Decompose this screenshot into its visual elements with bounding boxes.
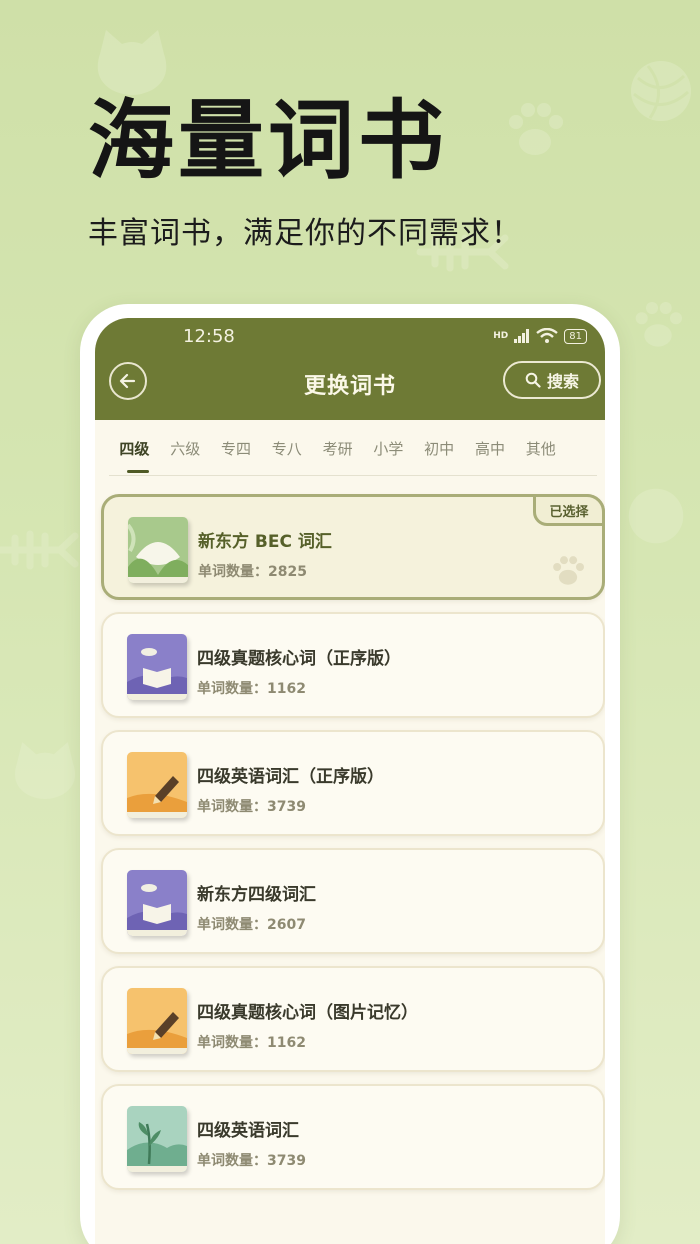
- book-word-count: 单词数量：1162: [197, 681, 306, 697]
- cat-face-decor-icon: [14, 742, 75, 799]
- book-word-count: 单词数量：2607: [197, 917, 306, 933]
- fish-bone-decor-icon: [0, 530, 79, 570]
- battery-level: 81: [569, 330, 582, 342]
- hero-title: 海量词书: [88, 91, 448, 191]
- category-tabs: 四级 六级 专四 专八 考研 小学 初中 高中 其他: [109, 432, 597, 476]
- paw-decor-icon: [509, 103, 563, 155]
- book-name: 新东方四级词汇: [197, 885, 316, 905]
- tab-senior-high[interactable]: 高中: [465, 432, 516, 475]
- app-bar: 12:58 HD 81 更换词书 搜索: [95, 318, 605, 420]
- book-cover-green: [128, 517, 188, 583]
- tab-cet4[interactable]: 四级: [109, 432, 160, 475]
- status-time: 12:58: [183, 326, 235, 347]
- book-word-count: 单词数量：3739: [197, 1153, 306, 1169]
- yarn-ball-decor-icon: [628, 488, 684, 544]
- paw-icon: [553, 556, 584, 585]
- search-icon: [525, 372, 541, 388]
- battery-icon: 81: [564, 328, 587, 344]
- signal-icon: [514, 329, 530, 343]
- tab-cet6[interactable]: 六级: [160, 432, 211, 475]
- book-card[interactable]: 四级真题核心词（图片记忆） 单词数量：1162: [101, 966, 605, 1072]
- book-cover-plant: [127, 1106, 187, 1172]
- status-icons: HD 81: [493, 328, 587, 344]
- book-cover-orange: [127, 988, 187, 1054]
- tab-other[interactable]: 其他: [515, 432, 566, 475]
- book-cover-purple: [127, 870, 187, 936]
- app-screen: 12:58 HD 81 更换词书 搜索 四级 六级 专四 专八 考研 小学 初中…: [95, 318, 605, 1244]
- selected-badge: 已选择: [533, 494, 605, 526]
- book-cover-orange: [127, 752, 187, 818]
- tab-postgrad[interactable]: 考研: [312, 432, 363, 475]
- book-card[interactable]: 四级真题核心词（正序版） 单词数量：1162: [101, 612, 605, 718]
- yarn-ball-decor-icon: [631, 61, 691, 121]
- paw-decor-icon: [635, 302, 682, 347]
- status-bar: 12:58 HD 81: [95, 322, 605, 350]
- book-card[interactable]: 新东方 BEC 词汇 单词数量：2825 已选择: [101, 494, 605, 600]
- book-name: 四级真题核心词（图片记忆）: [197, 1003, 418, 1023]
- wifi-icon: [536, 328, 559, 343]
- search-label: 搜索: [546, 372, 579, 391]
- tab-primary[interactable]: 小学: [363, 432, 414, 475]
- book-list: 新东方 BEC 词汇 单词数量：2825 已选择 四级真题核心词（正序版） 单词…: [101, 494, 605, 1202]
- book-name: 新东方 BEC 词汇: [198, 532, 332, 552]
- book-card[interactable]: 新东方四级词汇 单词数量：2607: [101, 848, 605, 954]
- book-card[interactable]: 四级英语词汇（正序版） 单词数量：3739: [101, 730, 605, 836]
- book-name: 四级英语词汇: [197, 1121, 299, 1141]
- hero-subtitle: 丰富词书，满足你的不同需求！: [88, 216, 522, 251]
- tab-junior-high[interactable]: 初中: [414, 432, 465, 475]
- book-word-count: 单词数量：2825: [198, 564, 307, 580]
- book-word-count: 单词数量：3739: [197, 799, 306, 815]
- search-button[interactable]: 搜索: [503, 361, 601, 399]
- cat-face-decor-icon: [97, 30, 167, 95]
- tab-tem4[interactable]: 专四: [211, 432, 262, 475]
- book-word-count: 单词数量：1162: [197, 1035, 306, 1051]
- book-cover-purple: [127, 634, 187, 700]
- book-card[interactable]: 四级英语词汇 单词数量：3739: [101, 1084, 605, 1190]
- book-name: 四级真题核心词（正序版）: [197, 649, 401, 669]
- book-name: 四级英语词汇（正序版）: [197, 767, 384, 787]
- tab-tem8[interactable]: 专八: [261, 432, 312, 475]
- network-type: HD: [493, 331, 509, 341]
